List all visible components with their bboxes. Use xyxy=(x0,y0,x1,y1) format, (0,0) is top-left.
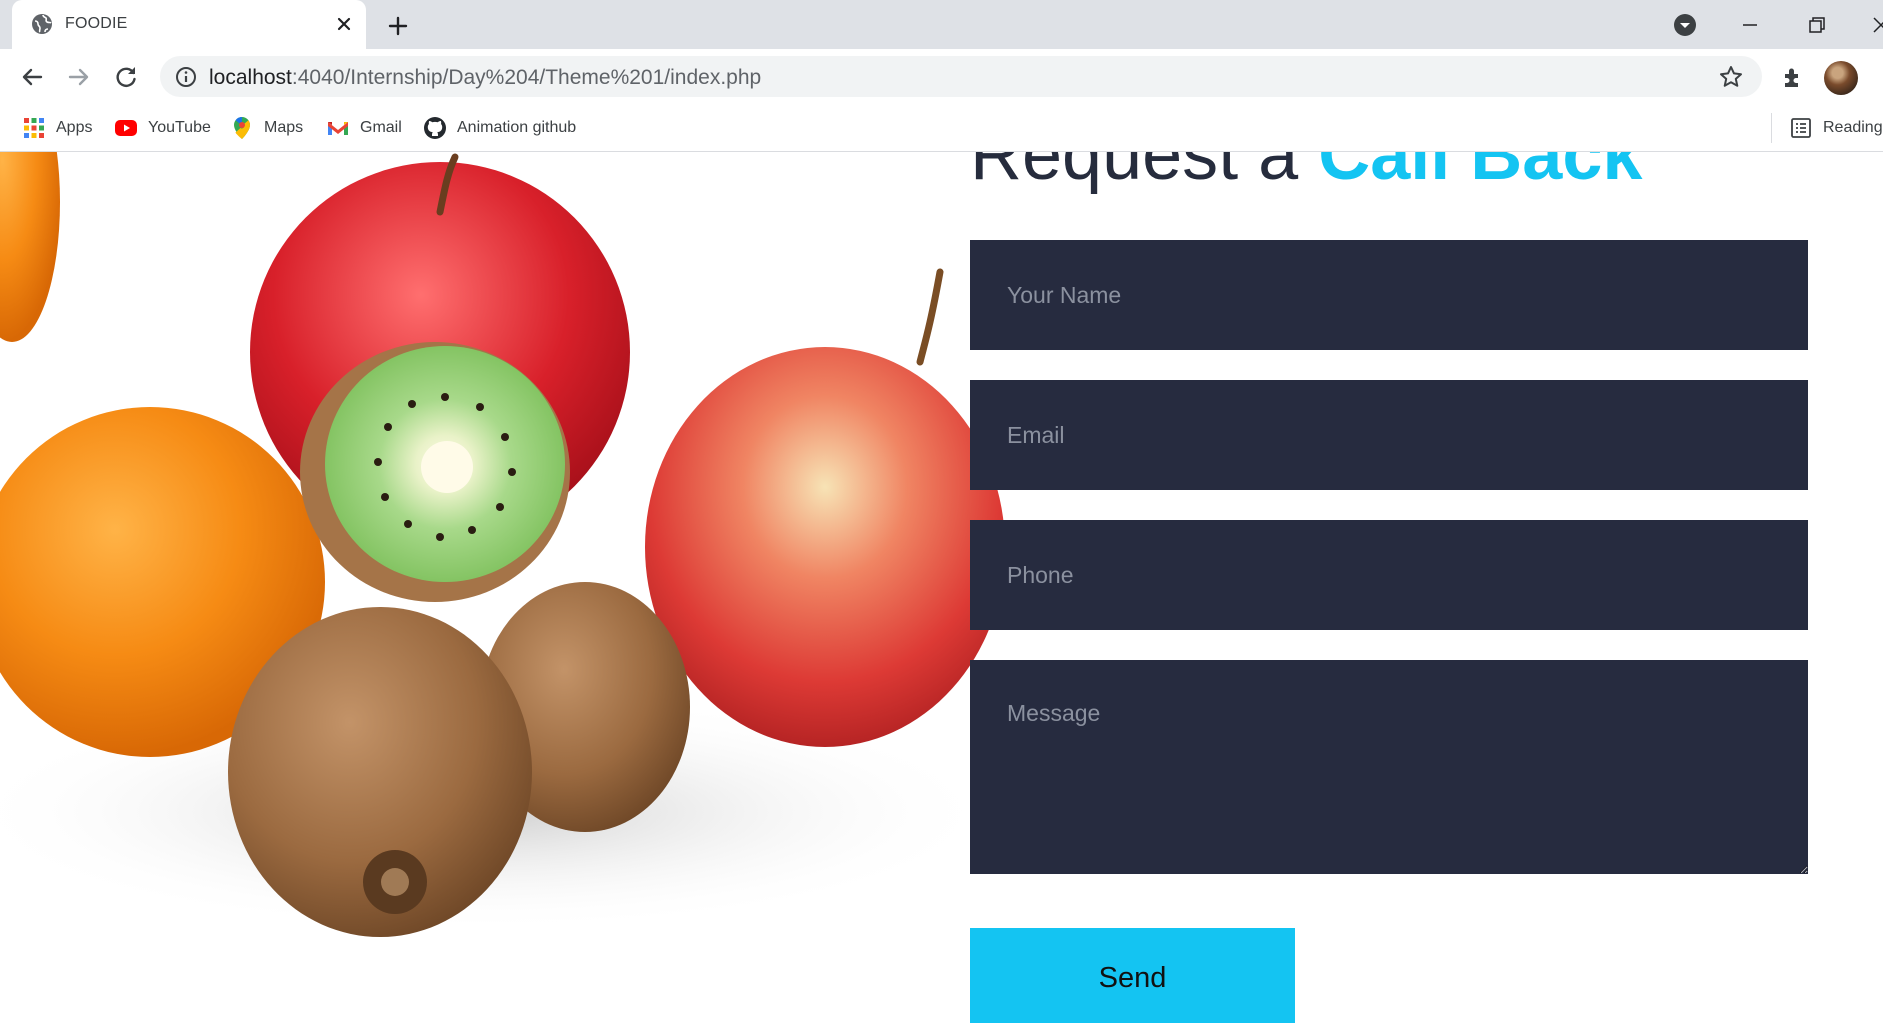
bookmarks-bar: Apps YouTube Maps Gmail Animation github xyxy=(0,104,1883,152)
gmail-icon xyxy=(328,122,348,135)
new-tab-plus-icon[interactable] xyxy=(384,12,412,40)
url-host: localhost xyxy=(209,66,292,89)
message-field[interactable] xyxy=(970,660,1808,874)
bookmark-star-icon[interactable] xyxy=(1718,64,1744,90)
globe-icon xyxy=(32,14,52,34)
url-path: :4040/Internship/Day%204/Theme%201/index… xyxy=(291,66,762,89)
fruits-image xyxy=(0,152,1005,937)
bookmark-label: Apps xyxy=(56,119,93,136)
bookmarks-divider xyxy=(1771,113,1772,143)
close-window-icon[interactable] xyxy=(1866,10,1883,40)
minimize-icon[interactable] xyxy=(1735,10,1765,40)
send-button[interactable]: Send xyxy=(970,928,1295,1023)
tab-strip: FOODIE xyxy=(0,0,1883,49)
heading-prefix: Request a xyxy=(970,152,1319,195)
bookmark-animation-github[interactable]: Animation github xyxy=(423,115,576,141)
name-field[interactable] xyxy=(970,240,1808,350)
browser-tab[interactable]: FOODIE xyxy=(12,0,366,49)
email-field[interactable] xyxy=(970,380,1808,490)
maps-pin-icon xyxy=(234,117,250,139)
profile-avatar[interactable] xyxy=(1824,61,1858,95)
url-text[interactable]: localhost:4040/Internship/Day%204/Theme%… xyxy=(209,66,761,90)
bookmark-label: Maps xyxy=(264,119,304,136)
back-arrow-icon[interactable] xyxy=(17,62,47,92)
browser-toolbar: localhost:4040/Internship/Day%204/Theme%… xyxy=(0,49,1883,104)
bookmark-gmail[interactable]: Gmail xyxy=(326,115,402,141)
reload-icon[interactable] xyxy=(111,62,141,92)
page-viewport: Request a Call Back Send xyxy=(0,152,1883,1023)
extensions-puzzle-icon[interactable] xyxy=(1779,64,1807,92)
reading-list-label: Reading list xyxy=(1823,119,1883,136)
bookmark-label: Gmail xyxy=(360,119,402,136)
bookmark-label: Animation github xyxy=(457,119,577,136)
bookmark-youtube[interactable]: YouTube xyxy=(114,115,211,141)
youtube-icon xyxy=(115,120,137,136)
github-icon xyxy=(424,117,446,139)
bookmark-apps[interactable]: Apps xyxy=(22,115,92,141)
forward-arrow-icon[interactable] xyxy=(64,62,94,92)
site-info-icon[interactable] xyxy=(174,65,198,89)
tab-search-icon[interactable] xyxy=(1670,10,1700,40)
bookmark-maps[interactable]: Maps xyxy=(230,115,303,141)
restore-icon[interactable] xyxy=(1802,10,1832,40)
heading-accent: Call Back xyxy=(1318,152,1643,195)
phone-field[interactable] xyxy=(970,520,1808,630)
reading-list-button[interactable]: Reading list xyxy=(1789,115,1883,141)
tab-title: FOODIE xyxy=(65,15,128,32)
address-bar[interactable]: localhost:4040/Internship/Day%204/Theme%… xyxy=(160,56,1762,97)
page-heading: Request a Call Back xyxy=(970,152,1642,196)
apps-grid-icon xyxy=(24,118,44,138)
bookmark-label: YouTube xyxy=(148,119,211,136)
reading-list-icon xyxy=(1791,118,1811,138)
close-tab-icon[interactable] xyxy=(332,12,356,36)
